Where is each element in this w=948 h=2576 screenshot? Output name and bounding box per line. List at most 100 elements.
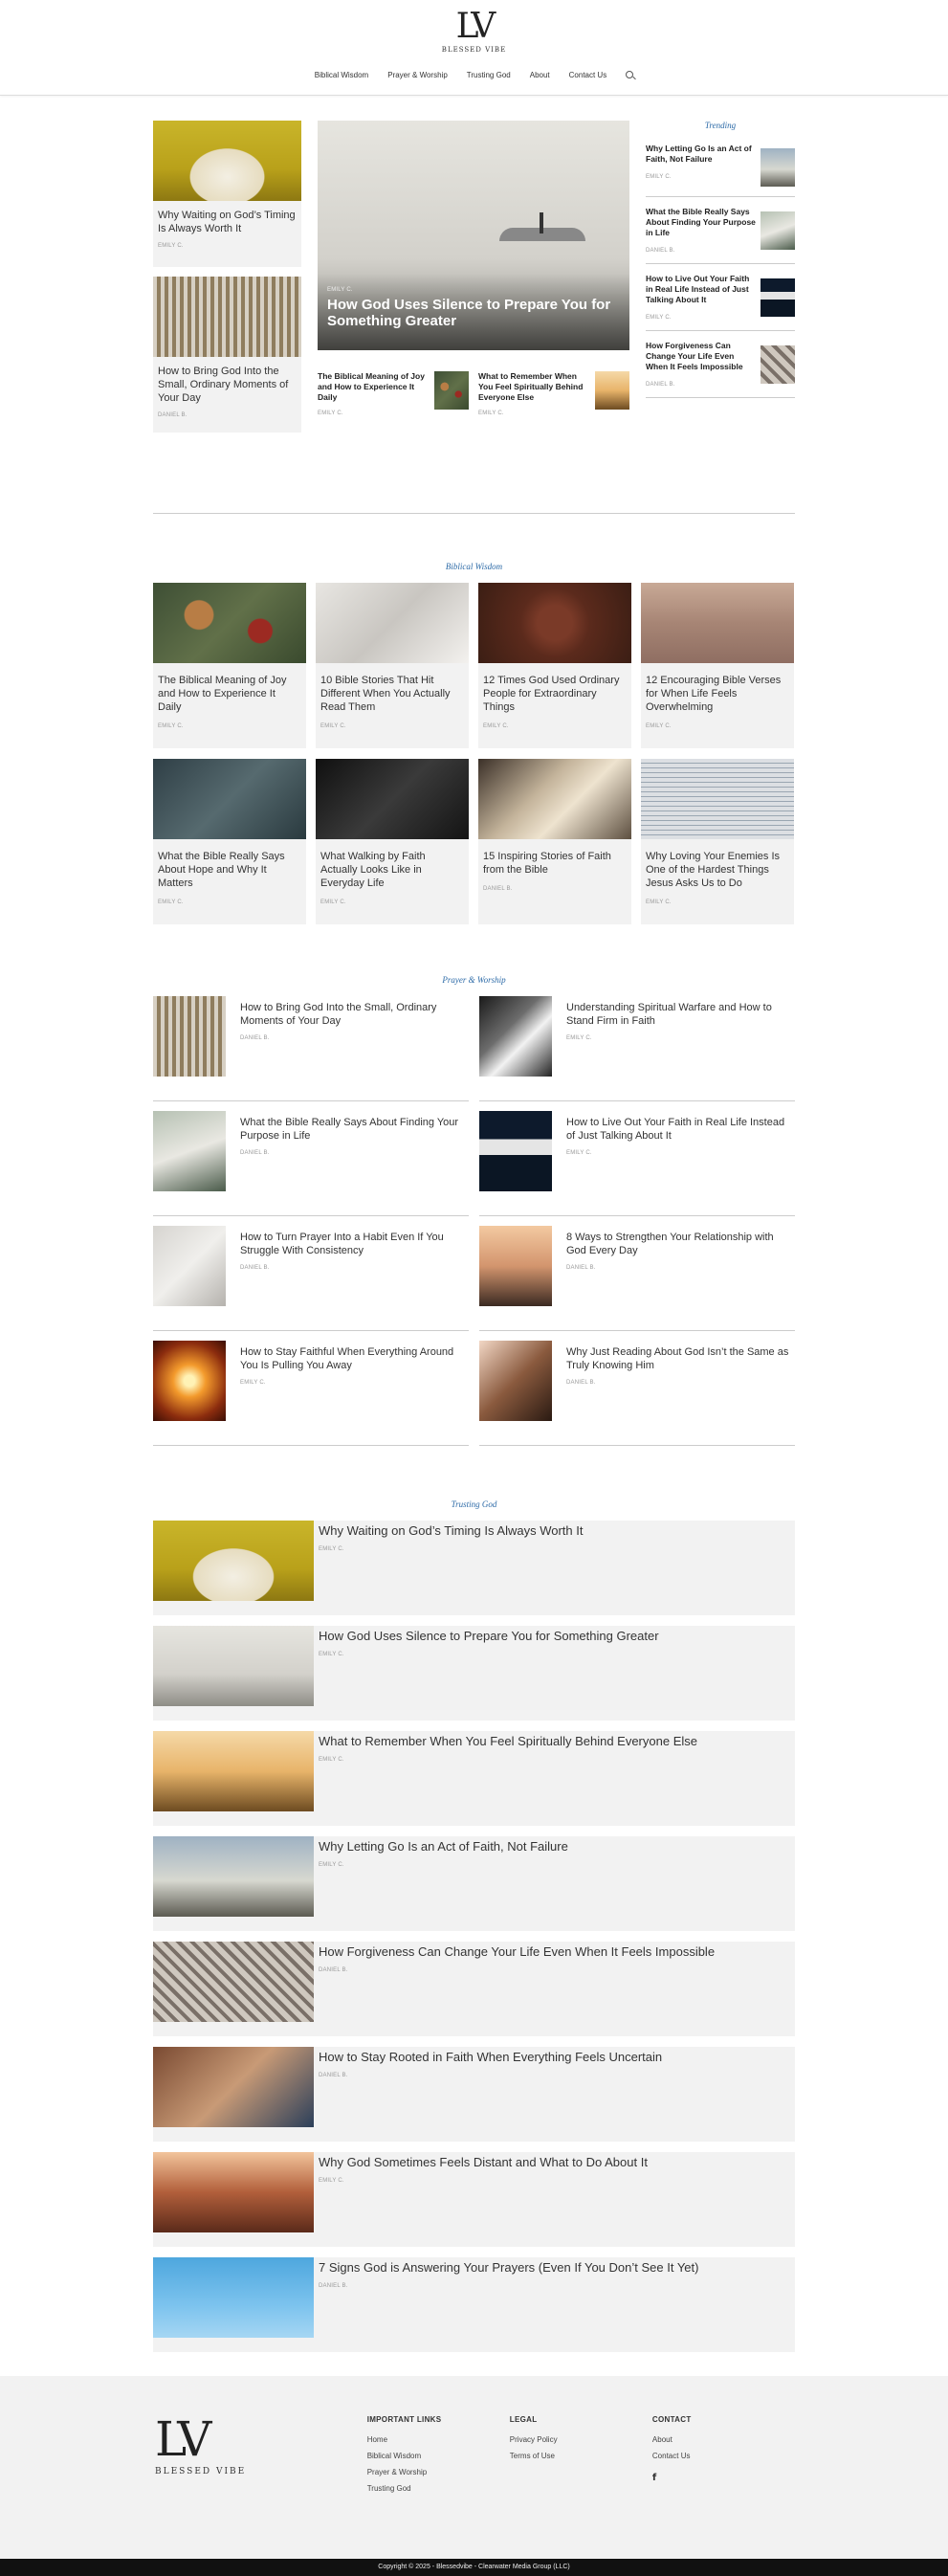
- article-image[interactable]: [641, 759, 794, 839]
- facebook-icon[interactable]: f: [652, 2473, 656, 2483]
- article-thumbnail[interactable]: [595, 371, 629, 410]
- article-title[interactable]: How to Bring God Into the Small, Ordinar…: [158, 365, 297, 405]
- article-title[interactable]: How to Live Out Your Faith in Real Life …: [646, 274, 756, 305]
- article-thumbnail[interactable]: [434, 371, 469, 410]
- article-thumbnail[interactable]: [153, 1626, 314, 1706]
- article-thumbnail[interactable]: [153, 2152, 314, 2232]
- list-article[interactable]: Understanding Spiritual Warfare and How …: [479, 996, 795, 1101]
- article-thumbnail[interactable]: [153, 1521, 314, 1601]
- article-thumbnail[interactable]: [479, 1111, 552, 1191]
- article-thumbnail[interactable]: [761, 345, 795, 384]
- article-image[interactable]: [153, 583, 306, 663]
- article-title[interactable]: 12 Times God Used Ordinary People for Ex…: [483, 674, 627, 714]
- article-image[interactable]: [153, 759, 306, 839]
- section-heading[interactable]: Prayer & Worship: [153, 975, 795, 985]
- article-title[interactable]: Understanding Spiritual Warfare and How …: [566, 1001, 795, 1028]
- list-article[interactable]: How to Turn Prayer Into a Habit Even If …: [153, 1226, 469, 1331]
- grid-article[interactable]: 12 Encouraging Bible Verses for When Lif…: [641, 583, 794, 748]
- article-title[interactable]: 8 Ways to Strengthen Your Relationship w…: [566, 1231, 795, 1257]
- footer-link-home[interactable]: Home: [367, 2435, 510, 2444]
- trending-item[interactable]: How Forgiveness Can Change Your Life Eve…: [646, 341, 795, 398]
- article-image[interactable]: [153, 277, 301, 357]
- hero-featured-article[interactable]: EMILY C. How God Uses Silence to Prepare…: [318, 121, 629, 350]
- article-title[interactable]: How to Bring God Into the Small, Ordinar…: [240, 1001, 469, 1028]
- article-title[interactable]: What Walking by Faith Actually Looks Lik…: [320, 850, 464, 890]
- list-article[interactable]: What the Bible Really Says About Finding…: [153, 1111, 469, 1216]
- list-article[interactable]: How to Bring God Into the Small, Ordinar…: [153, 996, 469, 1101]
- nav-about[interactable]: About: [530, 71, 550, 79]
- hero-sub-article[interactable]: The Biblical Meaning of Joy and How to E…: [318, 371, 469, 416]
- grid-article[interactable]: 15 Inspiring Stories of Faith from the B…: [478, 759, 631, 924]
- article-image[interactable]: [316, 583, 469, 663]
- grid-article[interactable]: What the Bible Really Says About Hope an…: [153, 759, 306, 924]
- featured-title[interactable]: How God Uses Silence to Prepare You for …: [327, 297, 624, 329]
- article-title[interactable]: The Biblical Meaning of Joy and How to E…: [318, 371, 430, 403]
- grid-article[interactable]: The Biblical Meaning of Joy and How to E…: [153, 583, 306, 748]
- article-thumbnail[interactable]: [479, 1341, 552, 1421]
- article-thumbnail[interactable]: [479, 1226, 552, 1306]
- article-image[interactable]: [478, 583, 631, 663]
- article-title[interactable]: 12 Encouraging Bible Verses for When Lif…: [646, 674, 789, 714]
- article-title[interactable]: Why Just Reading About God Isn’t the Sam…: [566, 1345, 795, 1372]
- article-thumbnail[interactable]: [153, 1731, 314, 1811]
- list-article[interactable]: Why Just Reading About God Isn’t the Sam…: [479, 1341, 795, 1446]
- row-article[interactable]: 7 Signs God is Answering Your Prayers (E…: [153, 2257, 795, 2352]
- article-thumbnail[interactable]: [153, 1341, 226, 1421]
- row-article[interactable]: How Forgiveness Can Change Your Life Eve…: [153, 1942, 795, 2036]
- hero-left-card[interactable]: Why Waiting on God’s Timing Is Always Wo…: [153, 121, 301, 267]
- footer-link-privacy[interactable]: Privacy Policy: [510, 2435, 652, 2444]
- article-title[interactable]: 15 Inspiring Stories of Faith from the B…: [483, 850, 627, 877]
- trending-item[interactable]: What the Bible Really Says About Finding…: [646, 207, 795, 264]
- article-title[interactable]: Why Letting Go Is an Act of Faith, Not F…: [646, 144, 756, 165]
- nav-trusting-god[interactable]: Trusting God: [467, 71, 511, 79]
- article-title[interactable]: The Biblical Meaning of Joy and How to E…: [158, 674, 301, 714]
- article-thumbnail[interactable]: [153, 1942, 314, 2022]
- grid-article[interactable]: Why Loving Your Enemies Is One of the Ha…: [641, 759, 794, 924]
- article-title[interactable]: What the Bible Really Says About Finding…: [646, 207, 756, 238]
- article-image[interactable]: [153, 121, 301, 201]
- site-logo[interactable]: LV BLESSED VIBE: [436, 0, 513, 55]
- article-title[interactable]: What to Remember When You Feel Spiritual…: [319, 1734, 697, 1749]
- article-thumbnail[interactable]: [153, 1111, 226, 1191]
- grid-article[interactable]: 12 Times God Used Ordinary People for Ex…: [478, 583, 631, 748]
- footer-logo[interactable]: LV BLESSED VIBE: [153, 2415, 367, 2500]
- footer-link-contact[interactable]: Contact Us: [652, 2452, 795, 2460]
- article-thumbnail[interactable]: [153, 1836, 314, 1917]
- article-title[interactable]: What to Remember When You Feel Spiritual…: [478, 371, 591, 403]
- article-title[interactable]: Why Loving Your Enemies Is One of the Ha…: [646, 850, 789, 890]
- article-title[interactable]: How to Stay Faithful When Everything Aro…: [240, 1345, 469, 1372]
- row-article[interactable]: How God Uses Silence to Prepare You for …: [153, 1626, 795, 1721]
- list-article[interactable]: How to Live Out Your Faith in Real Life …: [479, 1111, 795, 1216]
- list-article[interactable]: How to Stay Faithful When Everything Aro…: [153, 1341, 469, 1446]
- article-title[interactable]: Why Waiting on God’s Timing Is Always Wo…: [319, 1523, 583, 1539]
- nav-contact-us[interactable]: Contact Us: [569, 71, 607, 79]
- search-icon[interactable]: [626, 71, 634, 78]
- article-image[interactable]: [641, 583, 794, 663]
- article-title[interactable]: Why God Sometimes Feels Distant and What…: [319, 2155, 648, 2170]
- article-title[interactable]: How to Turn Prayer Into a Habit Even If …: [240, 1231, 469, 1257]
- hero-left-card[interactable]: How to Bring God Into the Small, Ordinar…: [153, 277, 301, 433]
- row-article[interactable]: How to Stay Rooted in Faith When Everyth…: [153, 2047, 795, 2142]
- article-title[interactable]: 7 Signs God is Answering Your Prayers (E…: [319, 2260, 698, 2276]
- article-title[interactable]: Why Letting Go Is an Act of Faith, Not F…: [319, 1839, 568, 1854]
- article-title[interactable]: What the Bible Really Says About Finding…: [240, 1116, 469, 1143]
- article-thumbnail[interactable]: [153, 996, 226, 1077]
- article-title[interactable]: What the Bible Really Says About Hope an…: [158, 850, 301, 890]
- section-heading[interactable]: Biblical Wisdom: [153, 562, 795, 571]
- article-thumbnail[interactable]: [153, 2257, 314, 2338]
- section-heading[interactable]: Trusting God: [153, 1499, 795, 1509]
- article-thumbnail[interactable]: [153, 1226, 226, 1306]
- row-article[interactable]: Why Waiting on God’s Timing Is Always Wo…: [153, 1521, 795, 1615]
- nav-prayer-worship[interactable]: Prayer & Worship: [387, 71, 448, 79]
- row-article[interactable]: Why Letting Go Is an Act of Faith, Not F…: [153, 1836, 795, 1931]
- article-thumbnail[interactable]: [761, 278, 795, 317]
- hero-sub-article[interactable]: What to Remember When You Feel Spiritual…: [478, 371, 629, 416]
- list-article[interactable]: 8 Ways to Strengthen Your Relationship w…: [479, 1226, 795, 1331]
- row-article[interactable]: What to Remember When You Feel Spiritual…: [153, 1731, 795, 1826]
- article-thumbnail[interactable]: [761, 211, 795, 250]
- grid-article[interactable]: What Walking by Faith Actually Looks Lik…: [316, 759, 469, 924]
- article-image[interactable]: [478, 759, 631, 839]
- article-thumbnail[interactable]: [761, 148, 795, 187]
- article-title[interactable]: How to Stay Rooted in Faith When Everyth…: [319, 2050, 662, 2065]
- footer-link-trusting-god[interactable]: Trusting God: [367, 2484, 510, 2493]
